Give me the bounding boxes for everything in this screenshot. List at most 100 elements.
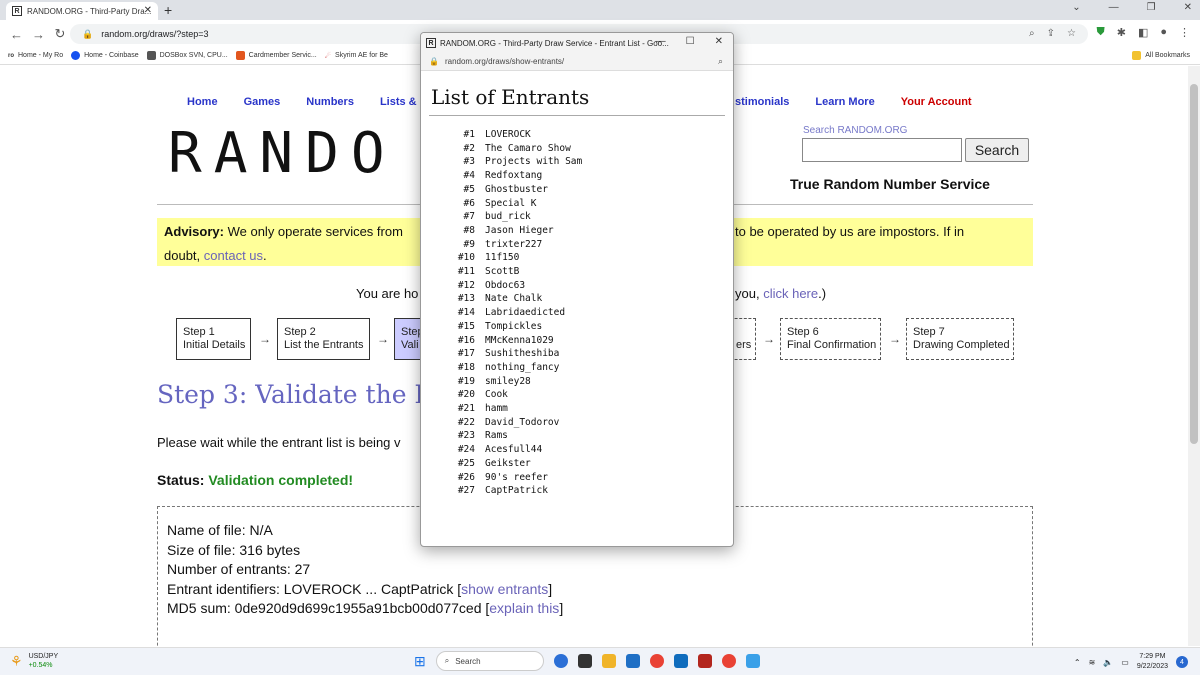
random-org-logo[interactable]: RANDO <box>168 122 397 186</box>
entrant-name: Projects with Sam <box>485 156 583 168</box>
entrant-name: ScottB <box>485 266 520 278</box>
bookmark-item[interactable]: ro Home - My Ro <box>8 52 63 59</box>
entrant-count: Number of entrants: 27 <box>167 561 311 577</box>
volume-icon[interactable]: 🔈 <box>1103 658 1113 667</box>
step-arrow-icon: → <box>763 332 775 346</box>
step-arrow-icon: → <box>259 332 271 346</box>
bookmark-item[interactable]: Cardmember Servic... <box>235 51 317 60</box>
forward-icon[interactable]: → <box>32 27 45 42</box>
entrant-name: trixter227 <box>485 238 543 250</box>
search-button[interactable]: Search <box>965 138 1029 162</box>
taskbar-search[interactable]: ⌕ Search <box>435 651 544 671</box>
close-window-icon[interactable]: ✕ <box>1184 2 1192 13</box>
click-here-link[interactable]: click here <box>763 286 818 301</box>
reload-icon[interactable]: ↻ <box>54 26 66 42</box>
entrant-number: #19 <box>457 375 475 387</box>
side-panel-icon[interactable]: ◧ <box>1138 26 1148 39</box>
profile-avatar-icon[interactable]: ● <box>1160 26 1167 39</box>
login-status-prefix: you, <box>735 286 760 301</box>
popup-titlebar[interactable]: R RANDOM.ORG - Third-Party Draw Service … <box>421 33 733 53</box>
zoom-icon[interactable]: ⌕ <box>1029 28 1035 39</box>
nav-learn-more[interactable]: Learn More <box>815 96 874 108</box>
advisory-text: We only operate services from <box>227 224 403 239</box>
all-bookmarks[interactable]: All Bookmarks <box>1132 51 1190 60</box>
contact-us-link[interactable]: contact us <box>204 248 263 263</box>
show-hidden-icons-icon[interactable]: ⌃ <box>1074 658 1081 667</box>
clock-date: 9/22/2023 <box>1136 663 1168 670</box>
clock[interactable]: 7:29 PM 9/22/2023 <box>1137 652 1168 672</box>
ticker-widget[interactable]: ⚘ USD/JPY +0.54% <box>10 652 58 670</box>
restore-icon[interactable]: ❐ <box>1147 2 1156 13</box>
bookmark-item[interactable]: ☄ Skyrim AE for Be <box>325 52 388 60</box>
menu-kebab-icon[interactable]: ⋮ <box>1179 26 1190 39</box>
new-tab-icon[interactable]: + <box>164 2 172 18</box>
battery-icon[interactable]: ▭ <box>1121 658 1129 667</box>
entrant-name: CaptPatrick <box>485 485 548 497</box>
entrant-number: #27 <box>457 485 475 497</box>
step-6[interactable]: Step 6 Final Confirmation <box>780 318 881 360</box>
zoom-icon[interactable]: ⌕ <box>718 56 723 67</box>
md5-text: MD5 sum: 0de920d9d699c1955a91bcb00d077ce… <box>167 600 490 616</box>
step-1[interactable]: Step 1 Initial Details <box>176 318 251 360</box>
chrome-icon[interactable] <box>649 654 664 668</box>
nav-your-account[interactable]: Your Account <box>901 96 972 108</box>
entrant-row: #15 Tompickles <box>449 320 733 334</box>
nav-lists[interactable]: Lists & <box>380 96 417 108</box>
shield-extension-icon[interactable]: ⛊ <box>1096 26 1104 39</box>
wifi-icon[interactable]: ≋ <box>1089 658 1096 667</box>
tab-search-icon[interactable]: ⌄ <box>1072 2 1080 13</box>
entrant-identifiers: Entrant identifiers: LOVEROCK ... CaptPa… <box>167 580 1023 600</box>
minimize-icon[interactable]: — <box>1109 2 1119 13</box>
entrant-name: Ghostbuster <box>485 183 548 195</box>
minimize-icon[interactable]: — <box>656 36 666 47</box>
app-icon[interactable] <box>697 654 712 668</box>
show-entrants-link[interactable]: show entrants <box>461 581 548 597</box>
nav-games[interactable]: Games <box>244 96 281 108</box>
bookmark-star-icon[interactable]: ☆ <box>1067 28 1076 39</box>
bookmark-item[interactable]: Home - Coinbase <box>71 51 139 60</box>
file-explorer-icon[interactable] <box>601 654 616 668</box>
browser-tab[interactable]: R RANDOM.ORG - Third-Party Dra... ✕ <box>6 2 158 20</box>
nav-numbers[interactable]: Numbers <box>306 96 354 108</box>
entrant-row: #20 Cook <box>449 388 733 402</box>
task-view-icon[interactable] <box>577 654 592 668</box>
share-icon[interactable]: ⇪ <box>1047 28 1055 39</box>
maximize-icon[interactable]: ☐ <box>686 36 695 47</box>
nav-home[interactable]: Home <box>187 96 218 108</box>
bing-icon[interactable] <box>553 654 568 668</box>
entrant-row: #6 Special K <box>449 197 733 211</box>
entrant-row: #19 smiley28 <box>449 375 733 389</box>
back-icon[interactable]: ← <box>10 27 23 42</box>
step-2[interactable]: Step 2 List the Entrants <box>277 318 370 360</box>
popup-heading: List of Entrants <box>431 85 590 109</box>
tab-strip: R RANDOM.ORG - Third-Party Dra... ✕ + ⌄ … <box>0 0 1200 20</box>
folder-icon <box>1132 51 1142 60</box>
entrant-name: smiley28 <box>485 375 531 387</box>
step-label: Vali <box>401 339 419 351</box>
entrant-row: #3 Projects with Sam <box>449 155 733 169</box>
mail-icon[interactable] <box>625 654 640 668</box>
page-scrollbar[interactable] <box>1188 66 1200 646</box>
close-popup-icon[interactable]: ✕ <box>715 36 723 47</box>
store-icon[interactable] <box>673 654 688 668</box>
entrant-row: #22 David_Todorov <box>449 416 733 430</box>
entrant-number: #16 <box>457 334 475 346</box>
explain-this-link[interactable]: explain this <box>489 600 559 616</box>
nav-testimonials[interactable]: stimonials <box>735 96 789 108</box>
notepad-icon[interactable] <box>745 654 760 668</box>
step-7[interactable]: Step 7 Drawing Completed <box>906 318 1014 360</box>
clock-time: 7:29 PM <box>1139 653 1166 660</box>
chrome-active-icon[interactable] <box>721 654 736 668</box>
start-icon[interactable]: ⊞ <box>414 653 426 670</box>
search-input[interactable] <box>802 138 962 162</box>
scrollbar-thumb[interactable] <box>1190 84 1198 444</box>
skyrim-icon: ☄ <box>324 52 332 60</box>
entrant-name: Obdoc63 <box>485 279 526 291</box>
close-tab-icon[interactable]: ✕ <box>144 5 152 16</box>
step-label: List the Entrants <box>284 339 364 351</box>
notification-badge[interactable]: 4 <box>1176 656 1188 668</box>
extensions-puzzle-icon[interactable]: ✱ <box>1117 26 1126 39</box>
bookmark-item[interactable]: DOSBox SVN, CPU... <box>146 51 228 60</box>
entrant-number: #14 <box>457 307 475 319</box>
entrant-name: LOVEROCK <box>485 129 531 140</box>
